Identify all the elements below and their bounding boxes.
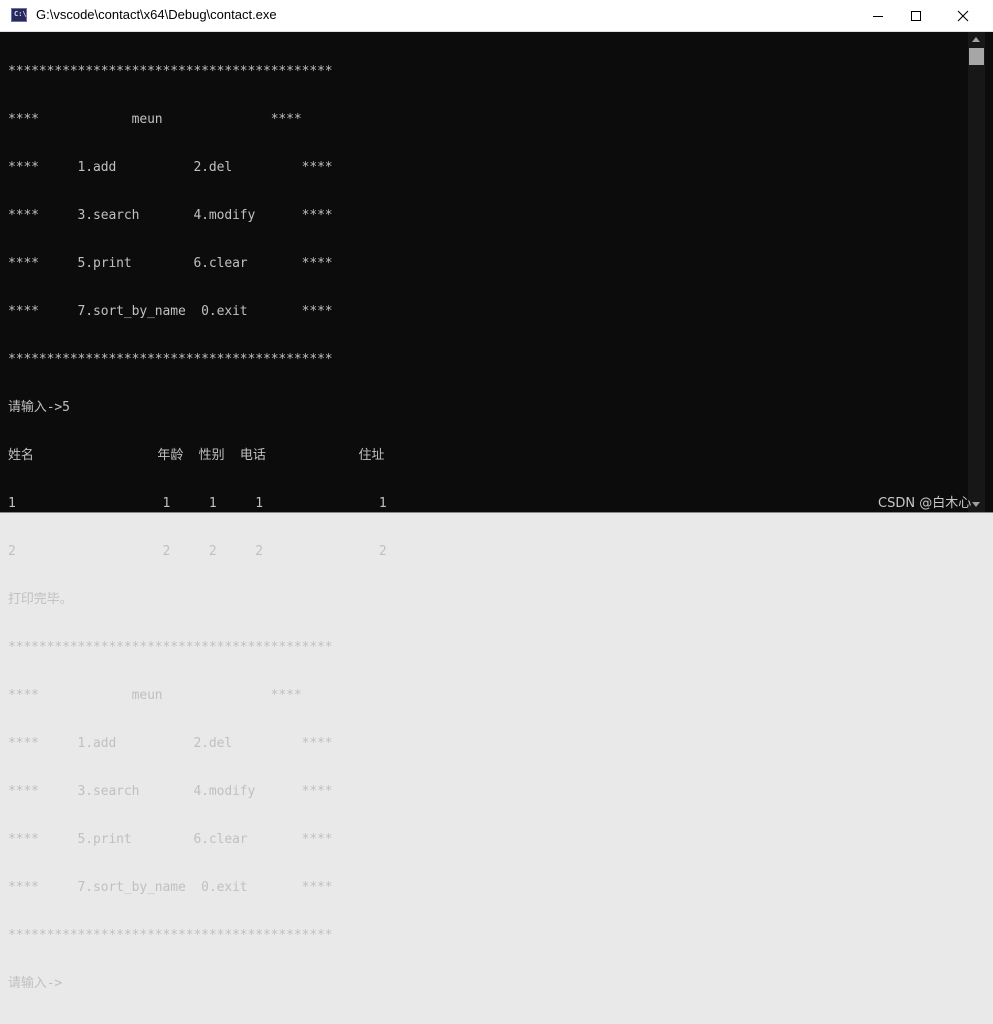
console-line: 打印完毕。 (8, 592, 73, 607)
console-line: **** 3.search 4.modify **** (8, 784, 333, 799)
csdn-watermark: CSDN @白木心 (878, 496, 972, 511)
console-line: ****************************************… (8, 928, 333, 943)
app-icon-label: C:\ (14, 10, 27, 18)
close-button[interactable] (940, 0, 986, 31)
console-line: **** 7.sort_by_name 0.exit **** (8, 880, 333, 895)
console-line: **** meun **** (8, 112, 302, 127)
console-line: 1 1 1 1 1 (8, 496, 387, 511)
console-line: ****************************************… (8, 640, 333, 655)
console-line: 2 2 2 2 2 (8, 544, 387, 559)
window-title: G:\vscode\contact\x64\Debug\contact.exe (36, 7, 277, 22)
maximize-icon (911, 10, 921, 21)
vertical-scrollbar[interactable] (968, 32, 985, 512)
console-line: 姓名 年龄 性别 电话 住址 (8, 448, 385, 463)
maximize-button[interactable] (893, 0, 939, 31)
console-line: **** 1.add 2.del **** (8, 736, 333, 751)
console-window: C:\ G:\vscode\contact\x64\Debug\contact.… (0, 0, 993, 991)
console-line: **** meun **** (8, 688, 302, 703)
console-line: 请输入->5 (8, 400, 70, 415)
minimize-icon (873, 15, 883, 17)
console-line: ****************************************… (8, 64, 333, 79)
scroll-down-arrow-icon[interactable] (972, 502, 980, 507)
console-line: **** 7.sort_by_name 0.exit **** (8, 304, 333, 319)
console-line: **** 5.print 6.clear **** (8, 832, 333, 847)
close-icon (957, 10, 969, 21)
scroll-thumb[interactable] (969, 48, 984, 65)
console-line: **** 1.add 2.del **** (8, 160, 333, 175)
title-bar[interactable]: C:\ G:\vscode\contact\x64\Debug\contact.… (0, 0, 993, 32)
console-output[interactable]: ****************************************… (8, 32, 968, 991)
console-line: **** 3.search 4.modify **** (8, 208, 333, 223)
console-line: ****************************************… (8, 352, 333, 367)
scroll-up-arrow-icon[interactable] (972, 37, 980, 42)
console-app-icon[interactable]: C:\ (11, 8, 27, 22)
console-prompt[interactable]: 请输入-> (8, 976, 968, 992)
console-line: **** 5.print 6.clear **** (8, 256, 333, 271)
